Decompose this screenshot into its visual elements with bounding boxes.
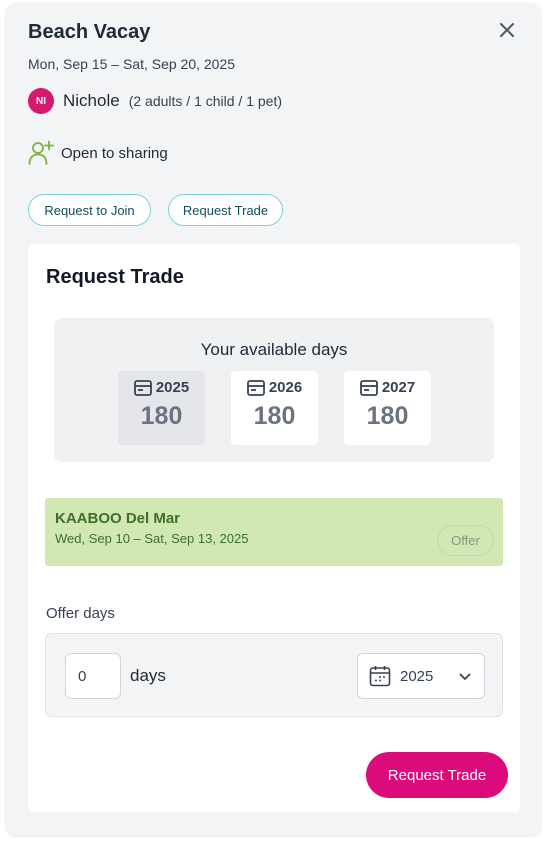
- offer-days-box: days 2025: [45, 633, 503, 717]
- calendar-card-icon: [359, 379, 378, 396]
- add-user-icon: [28, 140, 54, 165]
- offer-days-label: Offer days: [46, 605, 115, 622]
- offer-trip-banner: KAABOO Del Mar Wed, Sep 10 – Sat, Sep 13…: [45, 498, 503, 566]
- chevron-down-icon: [459, 673, 471, 680]
- year-tile-2027[interactable]: 2027 180: [344, 371, 431, 445]
- year-label: 2026: [268, 379, 303, 396]
- year-select-value: 2025: [400, 667, 434, 685]
- calendar-card-icon: [246, 379, 265, 396]
- trip-detail-panel: Beach Vacay Mon, Sep 15 – Sat, Sep 20, 2…: [6, 3, 541, 835]
- offer-trip-dates: Wed, Sep 10 – Sat, Sep 13, 2025: [55, 531, 249, 546]
- close-button[interactable]: [496, 19, 518, 41]
- host-row: NI Nichole (2 adults / 1 child / 1 pet): [28, 88, 282, 114]
- calendar-icon: [369, 666, 391, 687]
- party-size: (2 adults / 1 child / 1 pet): [128, 93, 283, 109]
- submit-request-trade-button[interactable]: Request Trade: [366, 752, 508, 798]
- card-title: Request Trade: [46, 266, 184, 288]
- calendar-card-icon: [133, 379, 152, 396]
- available-days-title: Your available days: [200, 340, 348, 359]
- request-to-join-button[interactable]: Request to Join: [28, 194, 151, 226]
- year-select[interactable]: 2025: [357, 653, 485, 699]
- trip-dates: Mon, Sep 15 – Sat, Sep 20, 2025: [28, 56, 236, 72]
- year-label: 2027: [381, 379, 416, 396]
- offer-button[interactable]: Offer: [437, 525, 494, 556]
- year-tile-2026[interactable]: 2026 180: [231, 371, 318, 445]
- sharing-status: Open to sharing: [28, 140, 168, 166]
- year-days-value: 180: [140, 402, 183, 430]
- available-days-box: Your available days 2025 180 2026 180 20…: [54, 318, 494, 462]
- close-icon: [500, 23, 514, 37]
- request-trade-tab-button[interactable]: Request Trade: [168, 194, 283, 226]
- request-trade-card: Request Trade Your available days 2025 1…: [28, 244, 520, 812]
- trip-title: Beach Vacay: [28, 21, 151, 43]
- year-label: 2025: [155, 379, 190, 396]
- sharing-label: Open to sharing: [61, 144, 168, 162]
- year-days-value: 180: [253, 402, 296, 430]
- offer-days-input[interactable]: [65, 653, 121, 699]
- year-tile-2025[interactable]: 2025 180: [118, 371, 205, 445]
- host-name: Nichole: [63, 91, 120, 110]
- avatar: NI: [28, 88, 54, 114]
- year-days-value: 180: [366, 402, 409, 430]
- days-unit-label: days: [130, 666, 166, 685]
- offer-trip-name: KAABOO Del Mar: [55, 510, 181, 527]
